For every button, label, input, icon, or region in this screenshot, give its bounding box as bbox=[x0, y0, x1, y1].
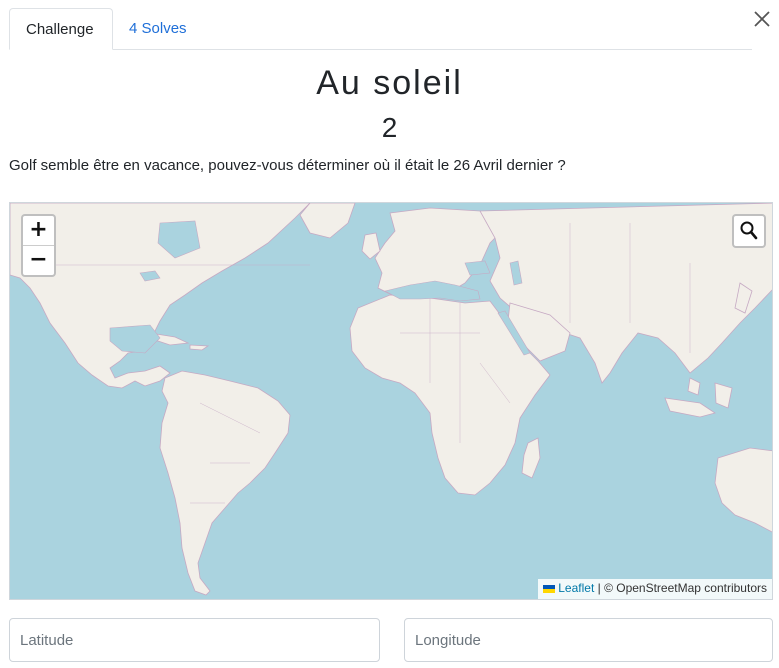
close-icon[interactable] bbox=[752, 9, 772, 29]
tab-solves[interactable]: 4 Solves bbox=[113, 8, 203, 48]
world-map[interactable]: + − Leaflet | © OpenStreetMap contributo… bbox=[9, 202, 773, 600]
longitude-input[interactable] bbox=[404, 618, 773, 662]
map-search-button[interactable] bbox=[732, 214, 766, 248]
zoom-in-button[interactable]: + bbox=[23, 216, 54, 246]
challenge-title: Au soleil bbox=[316, 64, 463, 102]
ukraine-flag-icon bbox=[543, 585, 556, 593]
map-attribution: Leaflet | © OpenStreetMap contributors bbox=[538, 579, 772, 599]
search-icon bbox=[740, 221, 758, 240]
leaflet-link[interactable]: Leaflet bbox=[558, 581, 594, 595]
challenge-value: 2 bbox=[381, 112, 398, 143]
attribution-text: | © OpenStreetMap contributors bbox=[594, 581, 767, 595]
challenge-description: Golf semble être en vacance, pouvez-vous… bbox=[9, 157, 566, 174]
tab-challenge[interactable]: Challenge bbox=[9, 8, 113, 50]
tab-bar: Challenge 4 Solves bbox=[9, 8, 752, 50]
zoom-control: + − bbox=[21, 214, 56, 277]
latitude-input[interactable] bbox=[9, 618, 380, 662]
zoom-out-button[interactable]: − bbox=[23, 246, 54, 275]
map-tiles[interactable] bbox=[10, 203, 773, 600]
